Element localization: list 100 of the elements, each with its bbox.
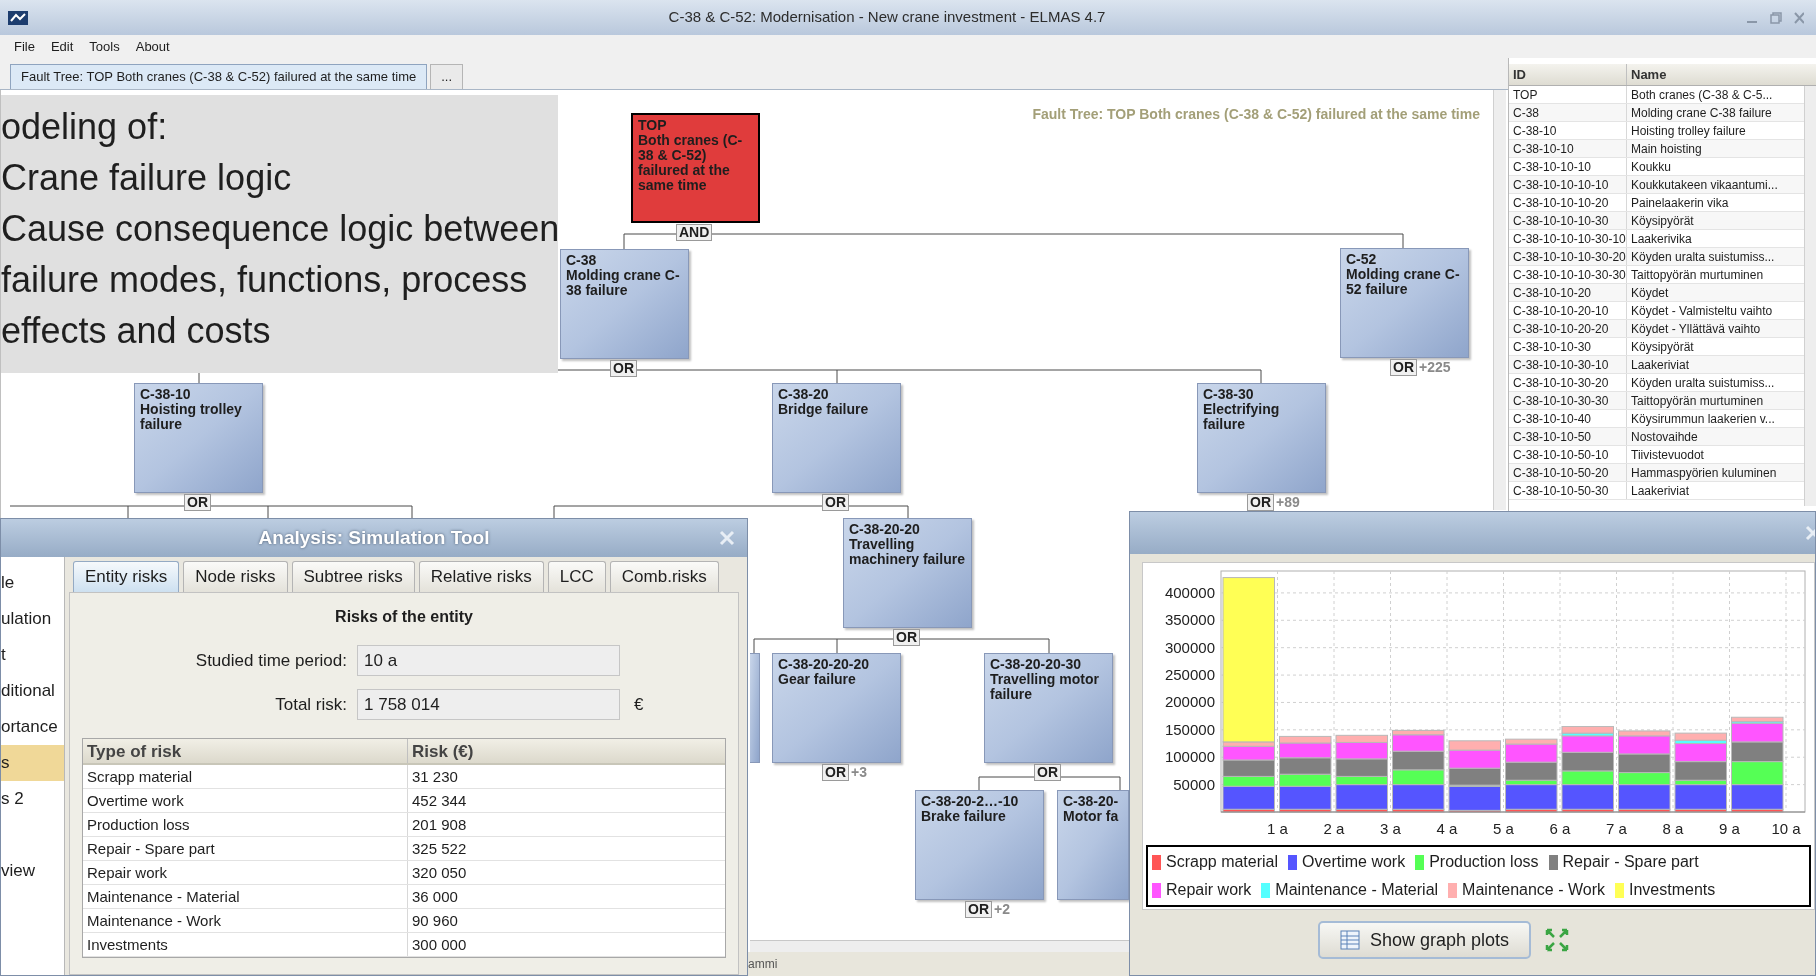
table-cell-text: Laakeriviat [1630,357,1691,373]
child-count: +2 [994,902,1010,917]
table-cell: C-38-10-10-50-10 [1509,446,1627,463]
node-id: C-38-10 [140,387,191,402]
legend-label: Overtime work [1302,852,1406,872]
table-cell: C-38-10-10-50-20 [1509,464,1627,481]
x-tick-label: 9 a [1719,820,1740,837]
table-cell: Production loss [83,813,408,836]
y-tick-label: 400000 [1164,583,1215,601]
node-id: C-38-20 [778,387,829,402]
node-title: Molding crane C-38 failure [566,268,681,298]
node-id: C-38-20-20-20 [778,657,870,672]
node-id: C-38-20-2…-10 [921,794,1019,809]
table-cell-text: Köydet - Yllättävä vaihto [1630,321,1762,337]
node-title: Travelling motor failure [990,672,1100,702]
table-cell: Repair - Spare part [83,837,408,860]
table-cell-text: Köysirummun laakerien v... [1630,411,1776,427]
node-id: C-38-20-20 [849,522,920,537]
table-cell: C-38-10-10-50 [1509,428,1627,445]
table-cell: C-38-10-10-30 [1509,338,1627,355]
node-id: C-52 [1346,252,1377,267]
panel-heading: Risks of the entity [335,607,473,627]
table-cell-text: Both cranes (C-38 & C-5... [1630,87,1774,103]
table-cell-text: Hoisting trolley failure [1630,123,1747,139]
y-tick-label: 50000 [1173,775,1215,793]
table-cell-text: 201 908 [411,815,468,835]
node-title: Hoisting trolley failure [140,402,243,432]
table-cell-text: Köyden uralta suistumiss... [1630,375,1776,391]
table-cell-text: Koukku [1630,159,1673,175]
table-cell: C-38-10-10-30-30 [1509,392,1627,409]
table-cell-text: Köysipyörät [1630,339,1695,355]
table-cell-text: 320 050 [411,863,468,883]
table-cell-text: Laakerivika [1630,231,1693,247]
node-title: Bridge failure [778,402,869,417]
table-cell-text: 300 000 [411,935,468,955]
field-label: Total risk: [274,693,348,716]
table-cell-text: Hammaspyörien kuluminen [1630,465,1778,481]
table-cell: C-38-10-10-10 [1509,158,1627,175]
status-text: ammi [748,956,778,973]
y-tick-label: 150000 [1164,720,1215,738]
table-cell: C-38 [1509,104,1627,121]
note-line: failure modes, functions, process [1,258,528,302]
node-title: Electrifying failure [1203,402,1281,432]
table-cell-text: Main hoisting [1630,141,1703,157]
table-cell-text: Nostovaihde [1630,429,1699,445]
node-id: C-38-30 [1203,387,1254,402]
table-cell: C-38-10-10-10-10 [1509,176,1627,193]
x-tick-label: 10 a [1771,820,1801,837]
table-cell: C-38-10-10 [1509,140,1627,157]
table-cell-text: 31 230 [411,767,459,787]
x-tick-label: 1 a [1267,820,1288,837]
x-tick-label: 6 a [1549,820,1571,837]
table-cell-text: 325 522 [411,839,468,859]
table-cell: C-38-10-10-10-20 [1509,194,1627,211]
legend-label: Repair - Spare part [1562,852,1699,872]
node-id: C-38 [566,253,597,268]
node-id: TOP [638,118,667,133]
table-cell: C-38-10-10-20-20 [1509,320,1627,337]
node-id: C-38-20- [1063,794,1119,809]
y-tick-label: 250000 [1164,666,1215,684]
table-cell-text: Köydet [1630,285,1670,301]
node-title: Molding crane C-52 failure [1346,267,1461,297]
table-cell-text: 90 960 [411,911,459,931]
table-cell-text: Köydet - Valmisteltu vaihto [1630,303,1774,319]
tree-title: Fault Tree: TOP Both cranes (C-38 & C-52) failured at the same time [1032,105,1480,124]
table-cell-text: 452 344 [411,791,468,811]
note-line: Cause consequence logic between [1,207,560,251]
node-title: Both cranes (C-38 & C-52) failured at the same time [638,133,744,193]
note-line: odeling of: [1,105,168,149]
table-cell-text: Painelaakerin vika [1630,195,1730,211]
node-title: Travelling machinery failure [849,537,966,567]
table-cell: C-38-10-10-40 [1509,410,1627,427]
field-label: Studied time period: [194,649,348,672]
table-cell-text: Tiivistevuodot [1630,447,1705,463]
table-cell-text: Taittopyörän murtuminen [1630,393,1765,409]
window-title: Analysis: Simulation Tool [258,525,490,550]
x-tick-label: 2 a [1323,820,1345,837]
legend-label: Investments [1629,880,1716,900]
table-cell: C-38-10-10-10-30-10 [1509,230,1627,247]
x-tick-label: 5 a [1493,820,1514,837]
table-cell-text: Koukkutakeen vikaantumi... [1630,177,1779,193]
table-cell-text: Molding crane C-38 failure [1630,105,1773,121]
window-title: C-38 & C-52: Modernisation - New crane investment - ELMAS 4.7 [667,7,1107,28]
y-tick-label: 350000 [1164,611,1215,629]
table-cell: TOP [1509,86,1627,103]
table-cell: C-38-10-10-10-30-20 [1509,248,1627,265]
node-title: Gear failure [778,672,856,687]
table-cell-text: Köyden uralta suistumiss... [1630,249,1776,265]
node-title: Motor fa [1063,809,1119,824]
x-tick-label: 4 a [1436,820,1458,837]
unit-label: € [634,693,644,716]
table-cell: C-38-10 [1509,122,1627,139]
x-tick-label: 7 a [1606,820,1627,837]
table-cell-text: 36 000 [411,887,459,907]
legend-label: Scrapp material [1166,852,1279,872]
note-line: Crane failure logic [1,156,292,200]
y-tick-label: 300000 [1164,638,1215,656]
table-cell-text: Laakeriviat [1630,483,1691,499]
legend-label: Repair work [1166,880,1252,900]
y-tick-label: 100000 [1164,748,1215,766]
